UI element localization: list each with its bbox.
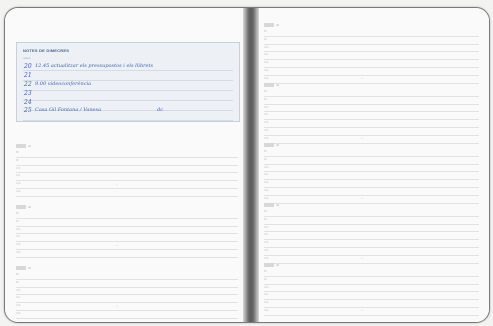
day-block: dil 8h 9h 10h 11h 12h 13h 14h • • [264, 82, 479, 144]
note-number: 22 [24, 81, 32, 88]
note-text: Casa Gil Fontana / Vanesa [35, 107, 102, 113]
planner-notebook: NOTES DE DIMECRES notes 20 12.45 actuali… [4, 7, 490, 323]
day-tag [16, 144, 26, 148]
note-text: 9.00 videoconferència [35, 81, 92, 87]
note-extra: dc [157, 107, 164, 113]
day-block: dil 8h 9h 10h 11h 12h 13h • • [264, 262, 479, 316]
note-number: 23 [24, 90, 32, 97]
day-label: dil [276, 143, 280, 147]
day-label: dil [276, 263, 280, 267]
day-tag [264, 83, 274, 87]
right-page: dil 8h 9h 10h 11h 12h 13h 14h • • dil 8h … [259, 8, 489, 322]
day-tag [264, 143, 274, 147]
day-tag [264, 203, 274, 207]
note-number: 20 [24, 63, 32, 70]
day-tag [16, 266, 26, 270]
note-number: 21 [24, 72, 32, 79]
day-block: dil 8h 9h 10h 11h 12h • • 13h [16, 265, 238, 319]
notes-subtitle: notes [23, 56, 31, 60]
notes-box: NOTES DE DIMECRES notes 20 12.45 actuali… [16, 42, 240, 122]
day-tag [264, 23, 274, 27]
day-label: dil [28, 205, 32, 209]
day-label: dil [28, 144, 32, 148]
day-block: dil 8h 9h 10h 11h 12h 13h 14h • • [264, 142, 479, 204]
day-block: dil 8h 9h 10h 11h 12h 13h 14h • • [264, 22, 479, 84]
note-number: 25 [24, 107, 32, 114]
day-block: dil 8h 9h 10h 11h 12h • • 13h [16, 204, 238, 258]
day-label: dil [276, 203, 280, 207]
notebook-spine [243, 8, 259, 322]
left-page: NOTES DE DIMECRES notes 20 12.45 actuali… [5, 8, 243, 322]
notes-title: NOTES DE DIMECRES [23, 48, 70, 53]
day-block: dil 8h 9h 10h 11h 12h 13h 14h • • [264, 202, 479, 264]
day-tag [16, 205, 26, 209]
day-label: dil [28, 266, 32, 270]
day-tag [264, 263, 274, 267]
note-text: 12.45 actualitzar els pressupostos i els… [35, 63, 154, 69]
day-label: dil [276, 83, 280, 87]
day-block: dil 8h 9h 10h 11h 12h • • 13h [16, 143, 238, 197]
note-number: 24 [24, 99, 32, 106]
day-label: dil [276, 23, 280, 27]
